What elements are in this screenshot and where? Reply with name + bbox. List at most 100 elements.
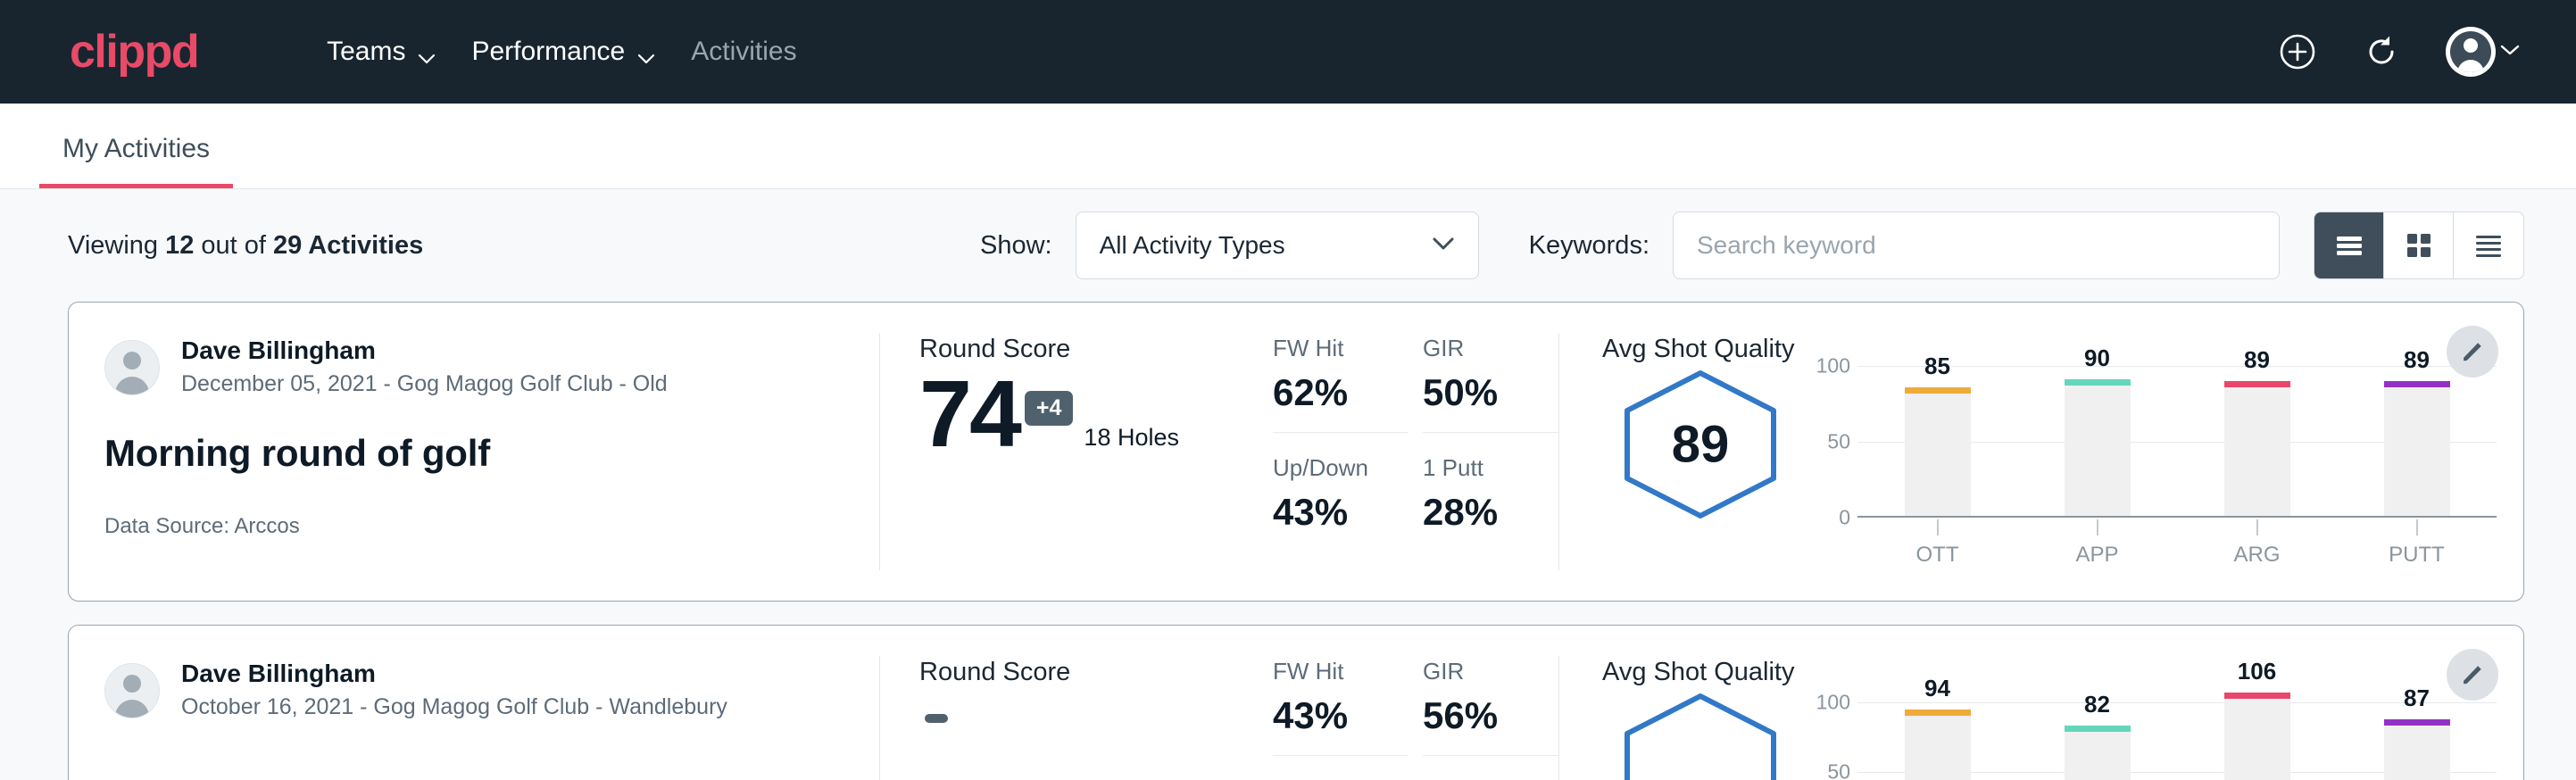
stat-up-down-label: Up/Down xyxy=(1273,454,1408,482)
chart-bar-group: 90 xyxy=(2017,366,2177,516)
chart-bar-cap xyxy=(1905,709,1971,716)
nav-item-teams[interactable]: Teams xyxy=(300,37,445,67)
stat-up-down: Up/Down 43% xyxy=(1273,454,1408,534)
chart-x-tick-mark xyxy=(2097,519,2098,535)
chevron-down-icon xyxy=(1432,236,1455,255)
card-stats: FW Hit 62% GIR 50% Up/Down 43% 1 Putt 28… xyxy=(1273,303,1558,601)
chart-y-tick-label: 50 xyxy=(1827,430,1850,454)
avg-shot-quality-label: Avg Shot Quality xyxy=(1602,335,2523,364)
avatar-body xyxy=(2457,60,2484,72)
activity-card[interactable]: Dave Billingham October 16, 2021 - Gog M… xyxy=(68,625,2524,780)
search-input[interactable] xyxy=(1673,212,2280,279)
brand-logo[interactable]: clippd xyxy=(70,25,198,79)
pencil-icon xyxy=(2459,338,2486,365)
main-nav: Teams Performance Activities xyxy=(300,37,823,67)
chart-bar xyxy=(2224,381,2290,516)
view-mode-grid-button[interactable] xyxy=(2384,212,2454,278)
tab-bar: My Activities xyxy=(0,104,2576,189)
top-navbar: clippd Teams Performance Activities xyxy=(0,0,2576,104)
activity-card-list: Dave Billingham December 05, 2021 - Gog … xyxy=(0,302,2576,780)
chart-bars: 948210687 xyxy=(1857,689,2497,780)
chart-bar-group: 85 xyxy=(1857,366,2017,516)
chart-baseline xyxy=(1857,516,2497,518)
chevron-down-icon xyxy=(2499,44,2521,61)
stat-gir-label: GIR xyxy=(1423,335,1558,362)
stat-fw-hit: FW Hit 43% xyxy=(1273,658,1408,756)
stat-gir-value: 50% xyxy=(1423,371,1558,433)
viewing-count: 12 xyxy=(165,231,194,260)
chart-y-tick-label: 0 xyxy=(1839,506,1850,530)
card-user-row: Dave Billingham December 05, 2021 - Gog … xyxy=(104,335,843,400)
chart-bar-value-label: 90 xyxy=(2084,344,2110,372)
nav-item-teams-label: Teams xyxy=(327,37,405,67)
chart-x-tick-label: PUTT xyxy=(2337,543,2497,568)
avatar xyxy=(2446,27,2496,77)
chart-plot-area: 85908989OTTAPPARGPUTT xyxy=(1857,366,2497,518)
nav-item-activities[interactable]: Activities xyxy=(664,37,823,67)
chart-bar-cap xyxy=(1905,387,1971,394)
stat-fw-hit-value: 62% xyxy=(1273,371,1408,433)
avatar-head xyxy=(123,675,141,693)
card-round-score: Round Score 74 +4 18 Holes xyxy=(880,303,1273,601)
chart-bar-cap xyxy=(2065,726,2131,732)
avg-shot-quality-body: 89 050100 85908989OTTAPPARGPUTT xyxy=(1602,366,2523,523)
view-mode-compact-button[interactable] xyxy=(2454,212,2523,278)
card-data-source: Data Source: Arccos xyxy=(104,514,843,539)
pencil-icon xyxy=(2459,661,2486,688)
view-mode-list-button[interactable] xyxy=(2314,212,2384,278)
avatar-body xyxy=(115,700,149,718)
avatar-head xyxy=(2464,38,2478,53)
chart-bar xyxy=(2224,693,2290,780)
activity-card[interactable]: Dave Billingham December 05, 2021 - Gog … xyxy=(68,302,2524,602)
card-info-column: Dave Billingham October 16, 2021 - Gog M… xyxy=(69,626,879,780)
chart-y-axis: 050100 xyxy=(1807,689,1857,780)
plus-circle-icon[interactable] xyxy=(2278,32,2317,71)
chart-y-axis: 050100 xyxy=(1807,366,1857,518)
nav-item-performance-label: Performance xyxy=(471,37,625,67)
chart-bar xyxy=(2065,726,2131,780)
chart-x-tick: OTT xyxy=(1857,519,2017,568)
hexagon-icon xyxy=(1613,689,1788,780)
stat-fw-hit-value: 43% xyxy=(1273,694,1408,756)
viewing-prefix: Viewing xyxy=(68,231,165,260)
activity-type-value: All Activity Types xyxy=(1100,231,1432,260)
chart-y-tick-label: 100 xyxy=(1816,691,1850,715)
viewing-total: 29 Activities xyxy=(273,231,423,260)
stat-one-putt-value: 28% xyxy=(1423,491,1558,534)
stat-fw-hit: FW Hit 62% xyxy=(1273,335,1408,433)
card-avg-shot-quality: Avg Shot Quality 050100 948210687OTTAPPA… xyxy=(1559,626,2523,780)
nav-item-activities-label: Activities xyxy=(691,37,796,67)
grid-view-icon xyxy=(2405,231,2433,260)
card-user-name: Dave Billingham xyxy=(181,335,668,366)
stat-fw-hit-label: FW Hit xyxy=(1273,658,1408,685)
card-round-score: Round Score xyxy=(880,626,1273,780)
account-avatar-icon[interactable] xyxy=(2446,27,2521,77)
chart-bar-value-label: 89 xyxy=(2404,346,2430,374)
edit-activity-button[interactable] xyxy=(2447,649,2498,701)
viewing-count-text: Viewing 12 out of 29 Activities xyxy=(68,231,423,261)
chart-x-axis: OTTAPPARGPUTT xyxy=(1857,519,2497,568)
refresh-icon[interactable] xyxy=(2362,32,2401,71)
tab-my-activities[interactable]: My Activities xyxy=(39,134,233,188)
chart-bar-value-label: 89 xyxy=(2244,346,2270,374)
view-mode-toggle xyxy=(2314,212,2524,279)
chart-bar-cap xyxy=(2384,381,2450,387)
activity-type-select[interactable]: All Activity Types xyxy=(1076,212,1479,279)
chart-bar-cap xyxy=(2224,381,2290,387)
chart-bar-value-label: 106 xyxy=(2238,658,2276,685)
score-to-par-badge xyxy=(925,714,948,723)
stat-gir: GIR 50% xyxy=(1423,335,1558,433)
avatar-inner xyxy=(2450,31,2491,72)
chart-bar-group: 106 xyxy=(2177,689,2337,780)
chart-bar-cap xyxy=(2384,719,2450,726)
chart-bar xyxy=(2384,381,2450,516)
stats-grid: FW Hit 43% GIR 56% Up/Down 1 Putt xyxy=(1273,658,1558,780)
chart-x-tick-label: APP xyxy=(2017,543,2177,568)
edit-activity-button[interactable] xyxy=(2447,326,2498,378)
avg-shot-quality-label: Avg Shot Quality xyxy=(1602,658,2523,687)
card-info-column: Dave Billingham December 05, 2021 - Gog … xyxy=(69,303,879,601)
chart-bar-group: 82 xyxy=(2017,689,2177,780)
chart-bar-value-label: 82 xyxy=(2084,691,2110,718)
nav-item-performance[interactable]: Performance xyxy=(445,37,664,67)
holes-label: 18 Holes xyxy=(1084,424,1179,461)
